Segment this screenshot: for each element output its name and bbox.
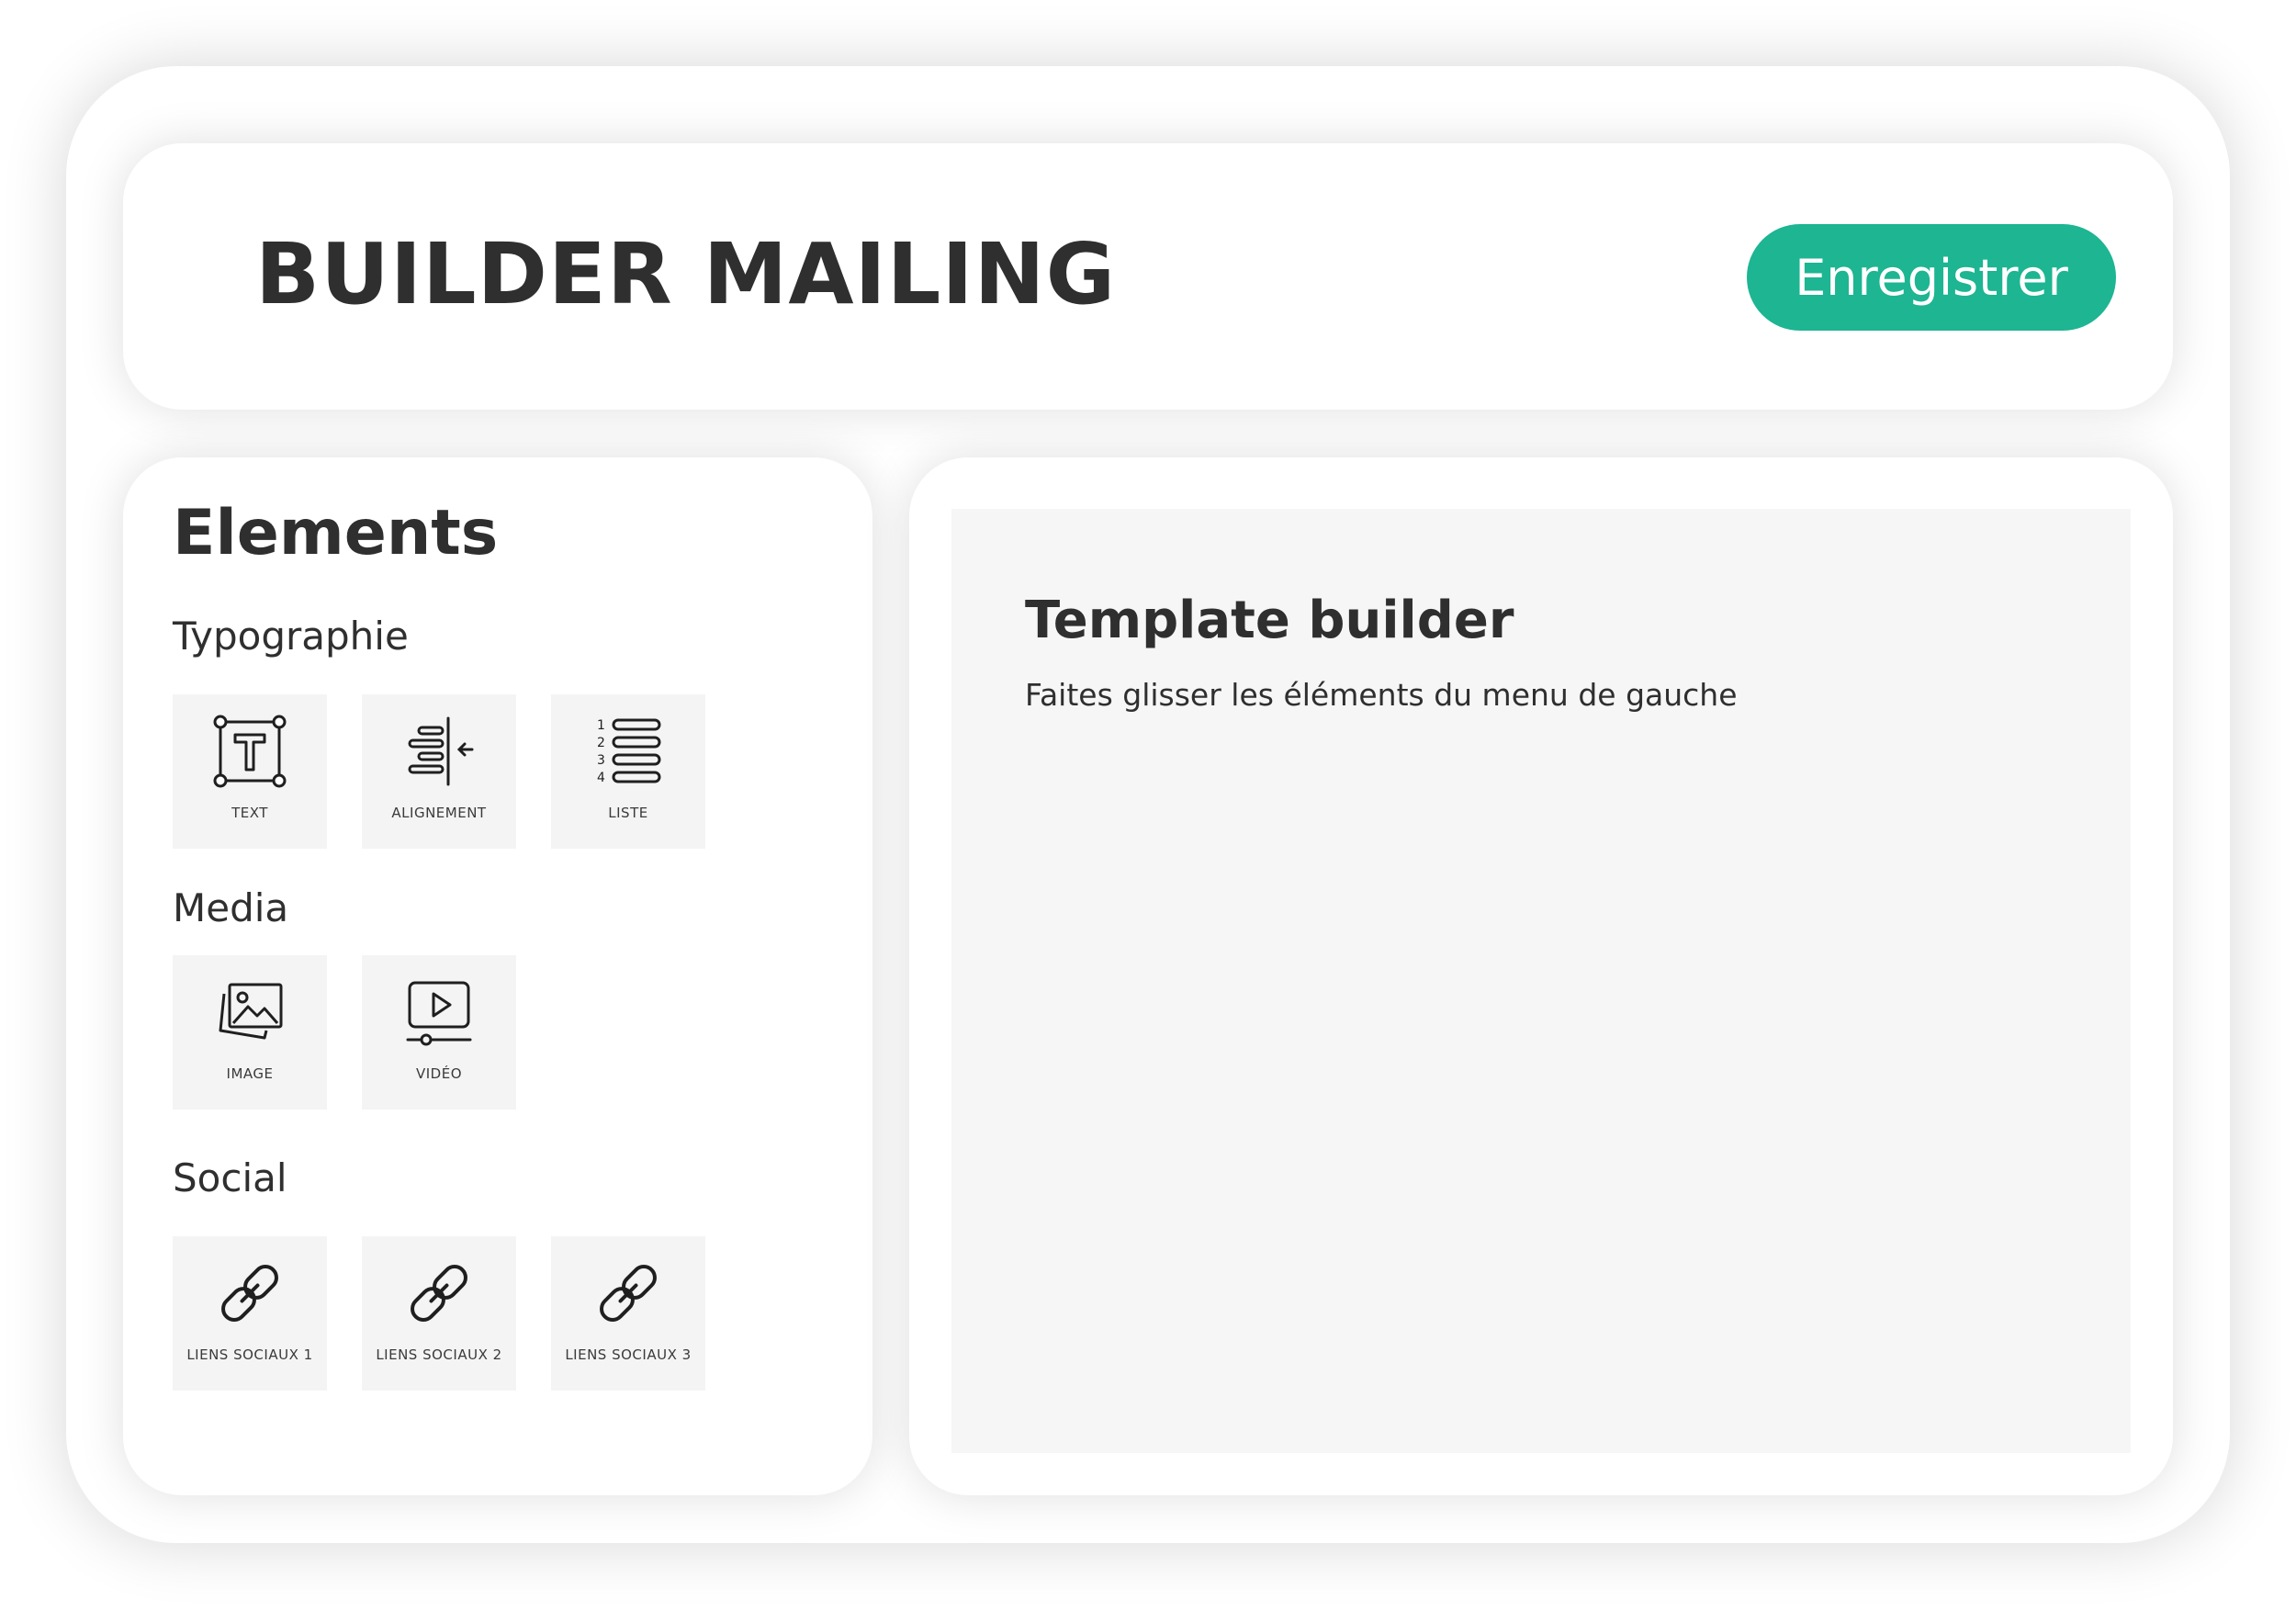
section-title-typographie: Typographie [173,614,409,659]
video-icon [400,974,478,1051]
svg-text:3: 3 [597,753,605,768]
template-workspace: Template builder Faites glisser les élém… [909,457,2173,1495]
tile-label: ALIGNEMENT [391,805,487,821]
section-title-media: Media [173,885,289,930]
tile-label: TEXT [231,805,268,821]
image-icon [211,974,288,1051]
link-icon [211,1255,288,1332]
svg-text:2: 2 [597,736,605,750]
tile-label: LIENS SOCIAUX 2 [376,1346,502,1363]
page-title: BUILDER MAILING [255,225,1117,323]
link-icon [590,1255,667,1332]
tile-label: LIENS SOCIAUX 3 [565,1346,692,1363]
svg-text:4: 4 [597,771,605,785]
canvas-hint: Faites glisser les éléments du menu de g… [1025,677,1738,713]
link-icon [400,1255,478,1332]
element-tile-image[interactable]: IMAGE [173,955,327,1110]
header-bar: BUILDER MAILING Enregistrer [123,143,2173,410]
align-right-icon [400,713,478,790]
svg-text:1: 1 [597,718,605,733]
drop-zone[interactable]: Template builder Faites glisser les élém… [951,509,2131,1453]
numbered-list-icon: 1 2 3 4 [590,713,667,790]
section-title-social: Social [173,1155,287,1200]
element-tile-liens-sociaux-3[interactable]: LIENS SOCIAUX 3 [551,1236,705,1391]
element-tile-video[interactable]: VIDÉO [362,955,516,1110]
elements-panel: Elements Typographie TEXT ALIGNEMENT 1 2… [123,457,872,1495]
tile-label: IMAGE [226,1065,274,1082]
tile-label: LIENS SOCIAUX 1 [186,1346,313,1363]
element-tile-text[interactable]: TEXT [173,694,327,849]
panel-title: Elements [173,497,499,569]
text-box-icon [211,713,288,790]
tile-label: LISTE [608,805,648,821]
element-tile-liens-sociaux-1[interactable]: LIENS SOCIAUX 1 [173,1236,327,1391]
element-tile-liste[interactable]: 1 2 3 4 LISTE [551,694,705,849]
element-tile-alignement[interactable]: ALIGNEMENT [362,694,516,849]
element-tile-liens-sociaux-2[interactable]: LIENS SOCIAUX 2 [362,1236,516,1391]
canvas-title: Template builder [1025,591,1514,650]
save-button[interactable]: Enregistrer [1747,224,2116,331]
tile-label: VIDÉO [415,1065,463,1082]
